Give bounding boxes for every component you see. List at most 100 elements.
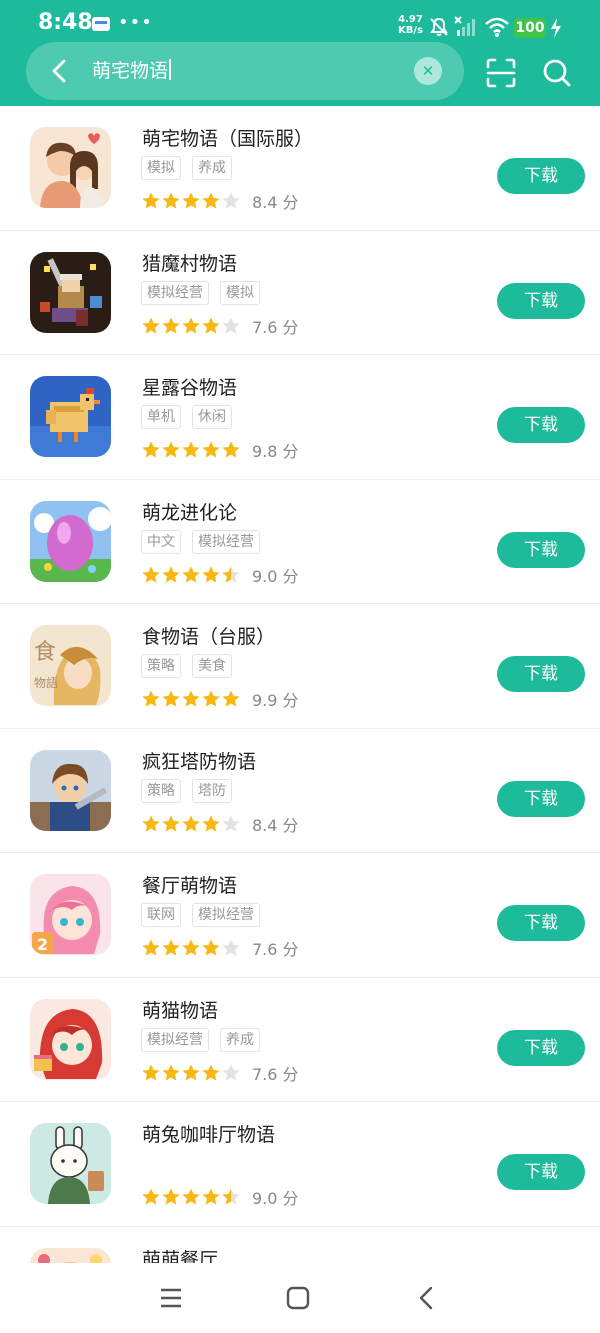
app-tag: 模拟经营 — [192, 903, 260, 927]
download-button[interactable]: 下载 — [497, 158, 585, 194]
text-caret — [169, 59, 171, 80]
star-icon — [162, 566, 180, 583]
app-list-item[interactable]: 萌兔咖啡厅物语 9.0 分 下载 — [0, 1102, 600, 1227]
search-bar: 萌宅物语 ✕ — [26, 42, 464, 100]
download-button[interactable]: 下载 — [497, 531, 585, 568]
status-time: 8:48 — [38, 10, 93, 35]
app-tag: 塔防 — [192, 778, 232, 803]
app-name: 萌萌餐厅 — [142, 1248, 219, 1264]
net-speed-value: 4.97 — [398, 14, 423, 25]
app-tags: 模拟经营 养成 — [141, 1027, 271, 1052]
pink-hair-girl-icon[interactable]: 2 — [30, 874, 111, 955]
star-icon — [142, 690, 160, 707]
hero-knight-icon[interactable] — [30, 749, 111, 831]
app-tag: 养成 — [192, 156, 232, 180]
star-icon — [142, 317, 160, 334]
rabbit-barista-icon[interactable] — [30, 1123, 111, 1204]
download-button[interactable]: 下载 — [497, 1154, 585, 1190]
star-rating — [141, 1187, 241, 1208]
star-icon — [202, 690, 220, 707]
star-icon — [222, 192, 240, 209]
app-list-item[interactable]: 萌萌餐厅 — [0, 1227, 600, 1264]
app-tags: 模拟 养成 — [141, 156, 243, 180]
app-list-item[interactable]: 萌龙进化论 中文 模拟经营 9.0 分 下载 — [0, 480, 600, 604]
app-tag: 中文 — [141, 529, 181, 554]
star-icon — [182, 566, 200, 583]
app-name: 猎魔村物语 — [142, 252, 238, 275]
search-query: 萌宅物语 — [92, 60, 169, 82]
scan-icon[interactable] — [484, 56, 518, 90]
star-icon — [162, 192, 180, 209]
restaurant-icon[interactable] — [30, 1247, 111, 1263]
app-name: 萌猫物语 — [142, 999, 219, 1022]
wifi-icon — [485, 17, 509, 37]
star-icon — [162, 815, 180, 832]
app-score: 7.6 分 — [252, 940, 299, 959]
back-icon[interactable] — [414, 1285, 440, 1311]
app-name: 餐厅萌物语 — [142, 875, 238, 897]
download-button[interactable]: 下载 — [497, 656, 585, 692]
red-hair-girl-icon[interactable] — [30, 998, 111, 1080]
pixel-chicken-icon[interactable] — [30, 376, 111, 457]
star-rating — [141, 938, 241, 959]
search-input[interactable]: 萌宅物语 — [92, 56, 392, 86]
pixel-warrior-icon[interactable] — [30, 251, 111, 333]
star-icon — [142, 441, 160, 458]
star-icon — [222, 1188, 240, 1205]
app-score: 9.9 分 — [252, 691, 299, 710]
back-arrow-icon[interactable] — [44, 55, 76, 87]
star-rating — [141, 813, 241, 834]
net-speed: 4.97 KB/s — [398, 14, 423, 36]
star-icon — [222, 441, 240, 458]
star-icon — [182, 815, 200, 832]
app-rating: 8.4 分 — [141, 812, 299, 835]
app-list-item[interactable]: 疯狂塔防物语 策略 塔防 8.4 分 下载 — [0, 729, 600, 853]
app-score: 8.4 分 — [252, 815, 299, 835]
couple-hug-icon[interactable] — [30, 127, 111, 208]
star-icon — [202, 815, 220, 832]
download-button[interactable]: 下载 — [497, 407, 585, 443]
app-tags: 中文 模拟经营 — [141, 529, 271, 554]
star-icon — [202, 566, 220, 583]
star-icon — [222, 939, 240, 956]
app-score: 9.0 分 — [252, 1189, 299, 1208]
charging-icon — [551, 18, 561, 38]
app-list-item[interactable]: 萌猫物语模拟经营 养成 7.6 分 下载 — [0, 978, 600, 1102]
system-nav-bar — [0, 1263, 600, 1333]
download-button[interactable]: 下载 — [497, 1029, 585, 1066]
app-list-item[interactable]: 星露谷物语 单机 休闲 9.8 分 下载 — [0, 355, 600, 480]
app-list-item[interactable]: 猎魔村物语 模拟经营 模拟 7.6 分 下载 — [0, 231, 600, 355]
app-score: 9.0 分 — [252, 566, 299, 586]
top-bar: 8:48 ••• 4.97 KB/s 100 萌宅物语 ✕ — [0, 0, 600, 106]
app-tags: 策略 美食 — [141, 654, 243, 678]
app-rating: 7.6 分 — [141, 1061, 299, 1084]
app-rating: 9.0 分 — [141, 563, 299, 586]
dragon-egg-icon[interactable] — [30, 500, 111, 582]
search-icon[interactable] — [540, 56, 574, 90]
star-icon — [222, 317, 240, 334]
home-icon[interactable] — [285, 1285, 311, 1311]
download-button[interactable]: 下载 — [497, 780, 585, 817]
star-icon — [162, 939, 180, 956]
app-tag: 策略 — [141, 778, 181, 803]
app-rating: 9.0 分 — [141, 1185, 299, 1208]
menu-icon[interactable] — [158, 1285, 184, 1311]
star-icon — [202, 1064, 220, 1081]
anime-boy-icon[interactable]: 食物語 — [30, 625, 111, 706]
download-button[interactable]: 下载 — [497, 282, 585, 319]
clear-search-icon[interactable]: ✕ — [414, 57, 442, 85]
star-icon — [182, 939, 200, 956]
app-list-item[interactable]: 2 餐厅萌物语 联网 模拟经营 7.6 分 下载 — [0, 853, 600, 978]
star-icon — [162, 441, 180, 458]
app-list-item[interactable]: 食物語 食物语（台服） 策略 美食 9.9 分 下载 — [0, 604, 600, 729]
app-score: 7.6 分 — [252, 317, 299, 337]
app-tags: 策略 塔防 — [141, 778, 243, 803]
app-rating: 9.8 分 — [141, 438, 299, 461]
svg-text:物語: 物語 — [34, 675, 58, 690]
app-list-item[interactable]: 萌宅物语（国际服） 模拟 养成 8.4 分 下载 — [0, 106, 600, 231]
star-icon — [182, 1064, 200, 1081]
download-button[interactable]: 下载 — [497, 905, 585, 941]
app-name: 星露谷物语 — [142, 377, 238, 399]
app-score: 8.4 分 — [252, 193, 299, 212]
app-score: 7.6 分 — [252, 1064, 299, 1084]
